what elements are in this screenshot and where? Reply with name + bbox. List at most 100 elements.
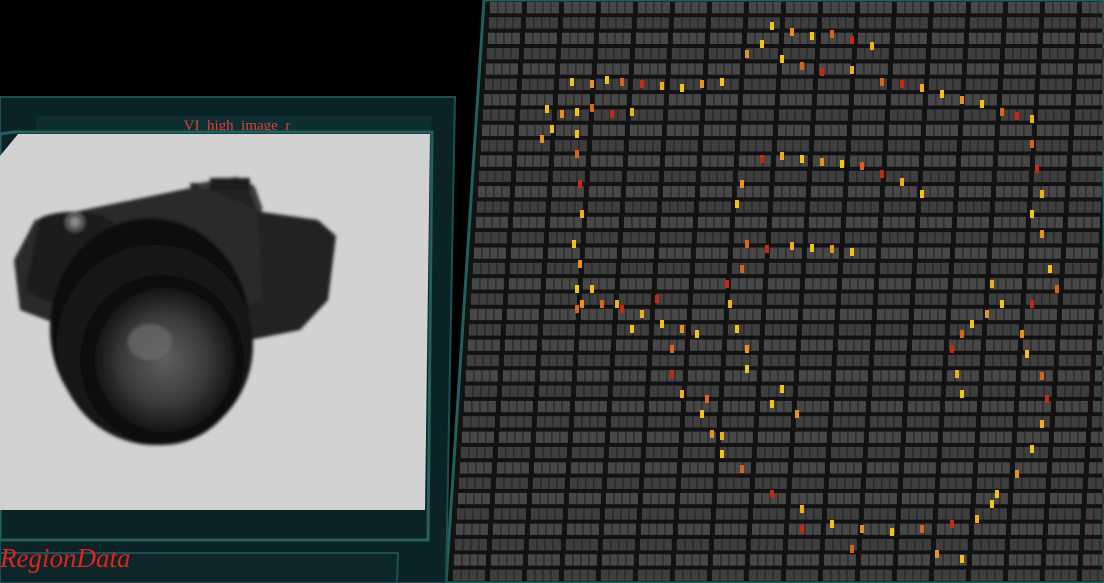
active-unit: [880, 170, 884, 178]
active-unit: [1020, 330, 1024, 338]
active-unit: [990, 500, 994, 508]
grid-cell: [1091, 416, 1104, 428]
active-unit: [800, 155, 804, 163]
active-unit: [990, 280, 994, 288]
active-unit: [670, 370, 674, 378]
active-unit: [960, 555, 964, 563]
active-unit: [880, 78, 884, 86]
active-unit: [780, 152, 784, 160]
active-unit: [580, 300, 584, 308]
active-unit: [620, 305, 624, 313]
active-unit: [660, 82, 664, 90]
active-unit: [975, 515, 979, 523]
active-unit: [760, 155, 764, 163]
active-unit: [680, 84, 684, 92]
active-unit: [740, 465, 744, 473]
image-panel[interactable]: VI_high_image_r: [0, 96, 457, 583]
active-unit: [850, 248, 854, 256]
grid-cell: [1079, 32, 1104, 44]
active-unit: [1040, 230, 1044, 238]
active-unit: [740, 265, 744, 273]
active-unit: [1030, 115, 1034, 123]
active-unit: [590, 104, 594, 112]
active-unit: [630, 325, 634, 333]
active-unit: [810, 32, 814, 40]
visualization-scene: VI_high_image_r (function(){ const NS = …: [0, 0, 1104, 583]
active-unit: [955, 370, 959, 378]
active-unit: [1015, 112, 1019, 120]
grid-cell: [1083, 539, 1104, 551]
active-unit: [860, 525, 864, 533]
active-unit: [575, 130, 579, 138]
grid-cell: [1092, 400, 1104, 413]
active-unit: [615, 300, 619, 308]
active-unit: [780, 55, 784, 63]
active-unit: [745, 50, 749, 58]
active-unit: [790, 28, 794, 36]
active-unit: [700, 410, 704, 418]
grid-cell: [1089, 446, 1104, 459]
active-unit: [578, 260, 582, 268]
active-unit: [575, 305, 579, 313]
active-unit: [590, 80, 594, 88]
active-unit: [940, 90, 944, 98]
active-unit: [725, 280, 729, 288]
active-unit: [605, 76, 609, 84]
active-unit: [850, 66, 854, 74]
active-unit: [695, 330, 699, 338]
active-unit: [545, 105, 549, 113]
active-unit: [770, 490, 774, 498]
grid-cell: [1077, 63, 1104, 75]
active-unit: [1000, 108, 1004, 116]
active-unit: [920, 190, 924, 198]
active-unit: [950, 345, 954, 353]
active-unit: [720, 78, 724, 86]
active-unit: [540, 135, 544, 143]
active-unit: [620, 78, 624, 86]
active-unit: [655, 295, 659, 303]
grid-cell: [1090, 431, 1104, 443]
active-unit: [890, 528, 894, 536]
active-unit: [1030, 140, 1034, 148]
active-unit: [765, 245, 769, 253]
active-unit: [985, 310, 989, 318]
active-unit: [1048, 265, 1052, 273]
active-unit: [830, 30, 834, 38]
grid-cell: [1078, 48, 1104, 60]
active-unit: [795, 410, 799, 418]
active-unit: [740, 180, 744, 188]
active-unit: [760, 40, 764, 48]
active-unit: [850, 36, 854, 44]
active-unit: [630, 108, 634, 116]
grid-cell: [1073, 124, 1104, 136]
grid-cell: [1086, 492, 1104, 505]
active-unit: [578, 180, 582, 188]
grid-cell: [1095, 354, 1104, 367]
active-unit: [1015, 470, 1019, 478]
active-unit: [680, 325, 684, 333]
active-unit: [735, 200, 739, 208]
grid-cell: [1081, 569, 1104, 581]
active-unit: [980, 100, 984, 108]
active-unit: [1035, 165, 1039, 173]
grid-cell: [1098, 308, 1104, 321]
active-unit: [900, 178, 904, 186]
active-unit: [1040, 420, 1044, 428]
grid-cell: [1099, 293, 1104, 305]
active-unit: [1030, 210, 1034, 218]
active-unit: [960, 330, 964, 338]
active-unit: [800, 525, 804, 533]
active-unit: [770, 400, 774, 408]
active-unit: [720, 450, 724, 458]
active-unit: [935, 550, 939, 558]
active-unit: [840, 160, 844, 168]
active-unit: [1040, 372, 1044, 380]
active-unit: [560, 110, 564, 118]
active-unit: [1000, 300, 1004, 308]
grid-cell: [1082, 554, 1104, 566]
active-unit: [660, 320, 664, 328]
active-unit: [640, 310, 644, 318]
active-unit: [575, 150, 579, 158]
active-unit: [820, 158, 824, 166]
active-unit: [600, 300, 604, 308]
